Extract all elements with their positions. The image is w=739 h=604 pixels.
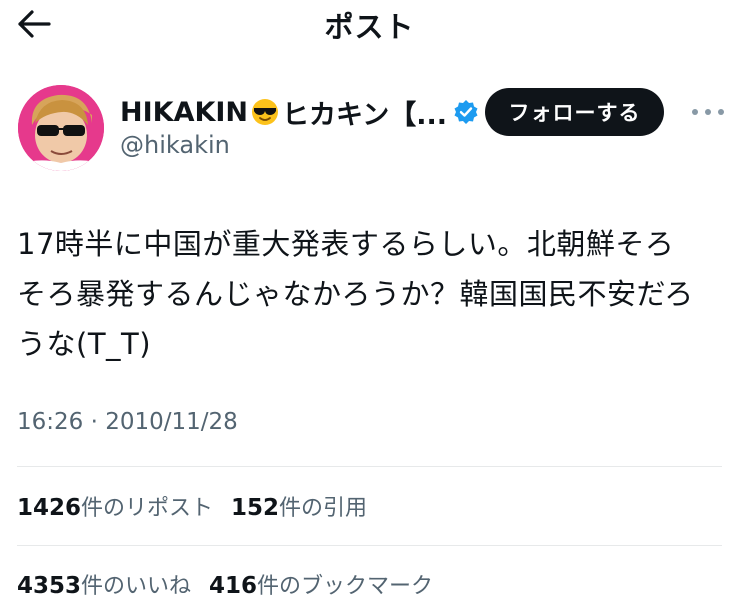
display-name-text: HIKAKIN <box>120 96 249 128</box>
avatar[interactable] <box>18 85 104 171</box>
user-handle[interactable]: @hikakin <box>120 131 230 159</box>
quotes-stat[interactable]: 152件の引用 <box>231 495 367 521</box>
more-horizontal-icon <box>692 109 698 115</box>
tweet-line: うな(T_T) <box>17 327 152 361</box>
divider <box>17 545 722 546</box>
divider <box>17 466 722 467</box>
avatar-image <box>18 85 104 171</box>
verified-badge-icon <box>454 100 478 124</box>
tweet-text: 17時半に中国が重大発表するらしい。北朝鮮そろ そろ暴発するんじゃなかろうか？韓… <box>17 219 717 369</box>
display-name-suffix: ヒカキン【... <box>282 99 447 131</box>
follow-button[interactable]: フォローする <box>485 88 664 136</box>
tweet-line: そろ暴発するんじゃなかろうか？韓国国民不安だろ <box>17 277 694 311</box>
bookmarks-stat[interactable]: 416件のブックマーク <box>209 573 433 599</box>
reposts-stat[interactable]: 1426件のリポスト <box>17 495 213 521</box>
likes-stat[interactable]: 4353件のいいね <box>17 573 191 599</box>
tweet-timestamp[interactable]: 16:26 · 2010/11/28 <box>17 409 238 435</box>
more-options-button[interactable] <box>688 98 728 126</box>
display-name[interactable]: HIKAKIN ヒカキン【... <box>120 92 479 132</box>
tweet-line: 17時半に中国が重大発表するらしい。北朝鮮そろ <box>17 227 675 261</box>
stats-row-reposts: 1426件のリポスト 152件の引用 <box>17 490 367 522</box>
page-title: ポスト <box>324 10 415 44</box>
stats-row-likes: 4353件のいいね 416件のブックマーク <box>17 568 433 600</box>
sunglasses-emoji-icon <box>250 97 280 127</box>
